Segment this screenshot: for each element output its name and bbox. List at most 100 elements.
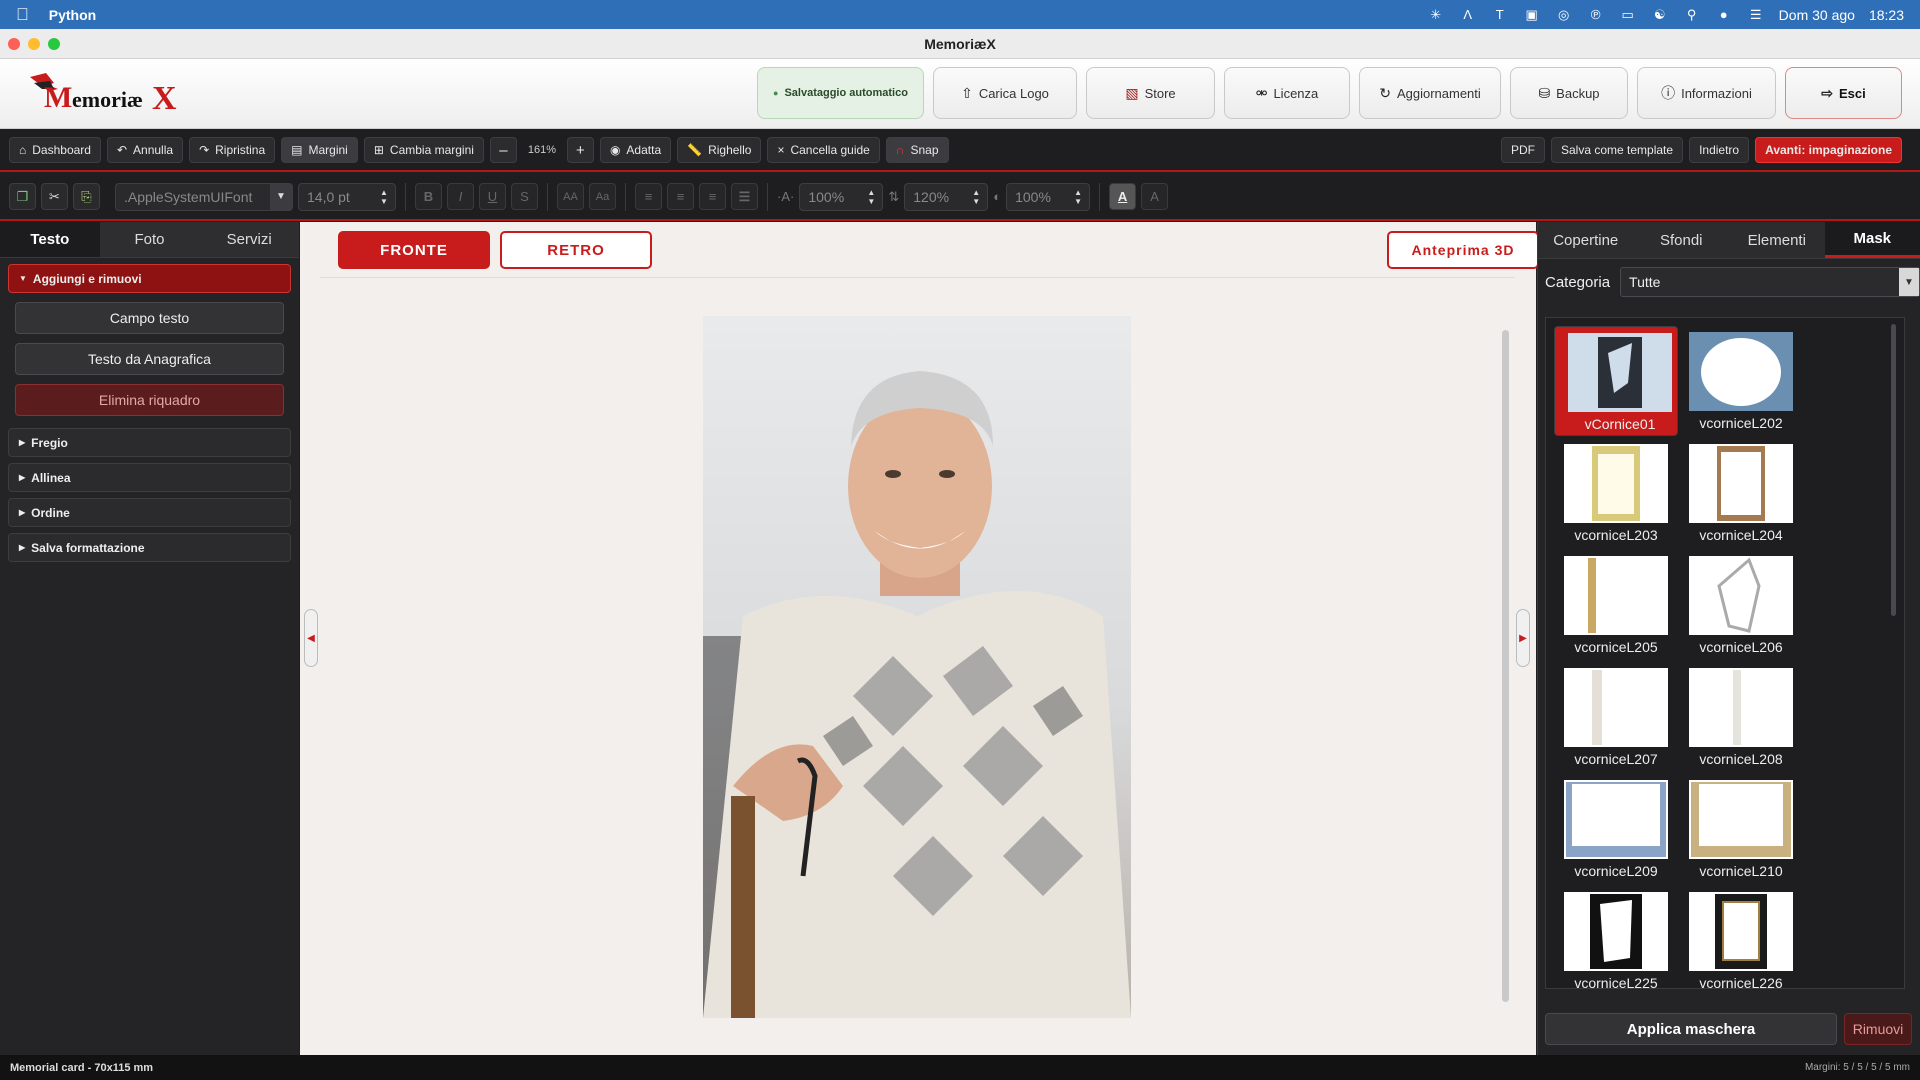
scale-y-stepper[interactable]: 100% ▲ ▼ bbox=[1006, 182, 1091, 211]
mask-grid-scrollbar[interactable] bbox=[1891, 324, 1896, 616]
underline-button[interactable]: U bbox=[479, 183, 506, 210]
canvas-scrollbar[interactable] bbox=[1502, 330, 1509, 1002]
undo-button[interactable]: ↶ Annulla bbox=[106, 137, 184, 163]
collapse-left-panel-icon[interactable]: ◀ bbox=[304, 609, 318, 667]
mask-item[interactable]: vCornice01 bbox=[1554, 326, 1678, 436]
strikethrough-button[interactable]: S bbox=[511, 183, 538, 210]
airdrop-icon[interactable]: ◎ bbox=[1555, 7, 1573, 22]
change-margins-button[interactable]: ⊞ Cambia margini bbox=[363, 137, 484, 163]
mask-item[interactable]: vcorniceL226 bbox=[1679, 886, 1803, 988]
bold-button[interactable]: B bbox=[415, 183, 442, 210]
window-titlebar: MemoriæX bbox=[0, 29, 1920, 59]
control-center-icon[interactable]: ☰ bbox=[1747, 7, 1765, 22]
section-fregio[interactable]: ▶ Fregio bbox=[8, 428, 291, 457]
mask-item[interactable]: vcorniceL208 bbox=[1679, 662, 1803, 772]
justify-icon[interactable]: ☰ bbox=[731, 183, 758, 210]
zoom-out-button[interactable]: – bbox=[489, 137, 517, 163]
align-right-icon[interactable]: ≡ bbox=[699, 183, 726, 210]
display-icon[interactable]: ▣ bbox=[1523, 7, 1541, 22]
text-color-button[interactable]: A bbox=[1109, 183, 1137, 210]
cut-icon[interactable]: ✂ bbox=[41, 183, 68, 210]
menubar-app-name[interactable]: Python bbox=[49, 7, 96, 23]
copy-icon[interactable]: ❐ bbox=[9, 183, 36, 210]
section-ordine[interactable]: ▶ Ordine bbox=[8, 498, 291, 527]
redo-button[interactable]: ↷ Ripristina bbox=[189, 137, 276, 163]
paste-icon[interactable]: ⎘ bbox=[73, 183, 100, 210]
margins-button[interactable]: ▤ Margini bbox=[281, 137, 358, 163]
battery-icon[interactable]: ▭ bbox=[1619, 7, 1637, 22]
front-button[interactable]: FRONTE bbox=[338, 231, 490, 269]
mask-item[interactable]: vcorniceL205 bbox=[1554, 550, 1678, 660]
zoom-in-button[interactable]: + bbox=[566, 137, 594, 163]
remove-mask-button[interactable]: Rimuovi bbox=[1844, 1013, 1912, 1045]
delete-box-button[interactable]: Elimina riquadro bbox=[15, 384, 284, 416]
tab-foto[interactable]: Foto bbox=[100, 222, 200, 257]
tab-copertine[interactable]: Copertine bbox=[1538, 222, 1634, 258]
save-template-button[interactable]: Salva come template bbox=[1551, 137, 1684, 163]
mask-item[interactable]: vcorniceL202 bbox=[1679, 326, 1803, 436]
updates-button[interactable]: ↻ Aggiornamenti bbox=[1359, 67, 1501, 119]
section-allinea[interactable]: ▶ Allinea bbox=[8, 463, 291, 492]
exit-button[interactable]: ⇨ Esci bbox=[1785, 67, 1902, 119]
text-icon[interactable]: T bbox=[1491, 7, 1509, 22]
close-window-button[interactable] bbox=[8, 38, 20, 50]
category-select[interactable]: Tutte ▼ bbox=[1620, 267, 1920, 297]
mask-item[interactable]: vcorniceL203 bbox=[1554, 438, 1678, 548]
capitalize-button[interactable]: Aa bbox=[589, 183, 616, 210]
font-select[interactable]: .AppleSystemUIFont ▼ bbox=[115, 182, 293, 211]
scale-x-stepper[interactable]: 100% ▲ ▼ bbox=[799, 182, 884, 211]
zoom-window-button[interactable] bbox=[48, 38, 60, 50]
minimize-window-button[interactable] bbox=[28, 38, 40, 50]
section-add-remove[interactable]: ▼ Aggiungi e rimuovi bbox=[8, 264, 291, 293]
collapse-right-panel-icon[interactable]: ▶ bbox=[1516, 609, 1530, 667]
search-icon[interactable]: ⚲ bbox=[1683, 7, 1701, 22]
memorial-card-photo[interactable] bbox=[703, 316, 1131, 1018]
apple-icon[interactable]:  bbox=[16, 5, 29, 25]
menubar-date[interactable]: Dom 30 ago bbox=[1779, 7, 1855, 23]
snap-button[interactable]: ∩ Snap bbox=[885, 137, 949, 163]
mask-item[interactable]: vcorniceL209 bbox=[1554, 774, 1678, 884]
backup-button[interactable]: ⛁ Backup bbox=[1510, 67, 1628, 119]
menubar-time[interactable]: 18:23 bbox=[1869, 7, 1904, 23]
ruler-button[interactable]: 📏 Righello bbox=[677, 137, 762, 163]
pdf-button[interactable]: PDF bbox=[1501, 137, 1545, 163]
tab-servizi[interactable]: Servizi bbox=[199, 222, 299, 257]
registry-text-button[interactable]: Testo da Anagrafica bbox=[15, 343, 284, 375]
license-button[interactable]: ⚮ Licenza bbox=[1224, 67, 1350, 119]
bluetooth-icon[interactable]: ℗ bbox=[1587, 7, 1605, 22]
line-height-stepper[interactable]: 120% ▲ ▼ bbox=[904, 182, 989, 211]
upload-logo-button[interactable]: ⇧ Carica Logo bbox=[933, 67, 1077, 119]
tab-elementi[interactable]: Elementi bbox=[1729, 222, 1825, 258]
section-save-format[interactable]: ▶ Salva formattazione bbox=[8, 533, 291, 562]
tab-sfondi[interactable]: Sfondi bbox=[1634, 222, 1730, 258]
text-field-button[interactable]: Campo testo bbox=[15, 302, 284, 334]
mask-item[interactable]: vcorniceL204 bbox=[1679, 438, 1803, 548]
siri-icon[interactable]: ● bbox=[1715, 7, 1733, 22]
mask-item[interactable]: vcorniceL206 bbox=[1679, 550, 1803, 660]
store-button[interactable]: ▧ Store bbox=[1086, 67, 1215, 119]
fit-button[interactable]: ◉ Adatta bbox=[599, 137, 672, 163]
align-center-icon[interactable]: ≡ bbox=[667, 183, 694, 210]
dashboard-button[interactable]: ⌂ Dashboard bbox=[9, 137, 101, 163]
autosave-indicator[interactable]: ● Salvataggio automatico bbox=[757, 67, 924, 119]
preview-3d-button[interactable]: Anteprima 3D bbox=[1387, 231, 1539, 269]
apply-mask-button[interactable]: Applica maschera bbox=[1545, 1013, 1837, 1045]
italic-button[interactable]: I bbox=[447, 183, 474, 210]
uppercase-button[interactable]: AA bbox=[557, 183, 584, 210]
font-size-stepper[interactable]: 14,0 pt ▲ ▼ bbox=[298, 182, 396, 211]
info-button[interactable]: ⓘ Informazioni bbox=[1637, 67, 1776, 119]
back-button[interactable]: Indietro bbox=[1689, 137, 1750, 163]
text-shadow-button[interactable]: A bbox=[1141, 183, 1169, 210]
tab-mask[interactable]: Mask bbox=[1824, 222, 1920, 258]
font-icon[interactable]: Λ bbox=[1459, 7, 1477, 22]
sun-icon[interactable]: ✳ bbox=[1427, 7, 1445, 22]
back-side-button[interactable]: RETRO bbox=[500, 231, 652, 269]
tab-testo[interactable]: Testo bbox=[0, 222, 100, 257]
mask-item[interactable]: vcorniceL210 bbox=[1679, 774, 1803, 884]
mask-item[interactable]: vcorniceL225 bbox=[1554, 886, 1678, 988]
align-left-icon[interactable]: ≡ bbox=[635, 183, 662, 210]
mask-item[interactable]: vcorniceL207 bbox=[1554, 662, 1678, 772]
wifi-icon[interactable]: ☯ bbox=[1651, 7, 1669, 22]
clear-guides-button[interactable]: × Cancella guide bbox=[767, 137, 880, 163]
next-layout-button[interactable]: Avanti: impaginazione bbox=[1755, 137, 1902, 163]
